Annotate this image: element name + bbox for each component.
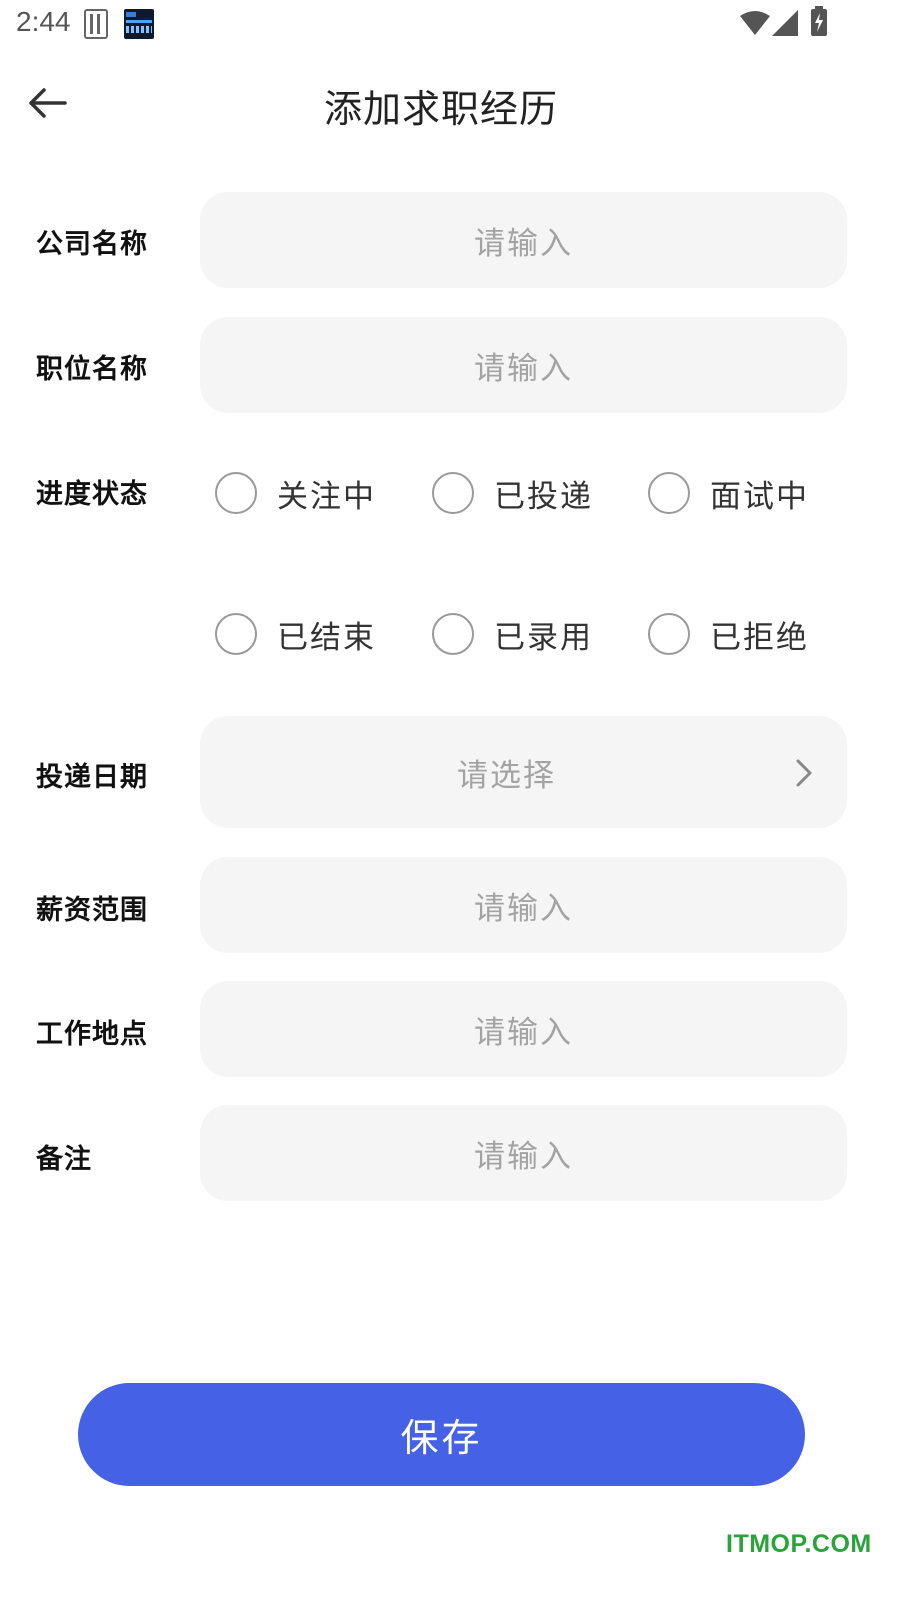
radio-option-rejected[interactable]: 已拒绝 <box>648 609 809 659</box>
radio-label: 面试中 <box>710 478 809 515</box>
apply-date-select[interactable]: 请选择 <box>200 716 847 828</box>
chevron-right-icon <box>796 759 812 787</box>
salary-range-placeholder: 请输入 <box>474 890 573 927</box>
status-bar: 2:44 <box>0 0 900 48</box>
watermark: ITMOP.COM <box>726 1530 872 1558</box>
radio-label: 已拒绝 <box>710 619 809 656</box>
radio-circle <box>432 472 474 514</box>
company-name-label: 公司名称 <box>36 229 148 260</box>
radio-option-applied[interactable]: 已投递 <box>432 468 593 518</box>
wifi-icon <box>740 11 770 35</box>
radio-option-ended[interactable]: 已结束 <box>215 609 376 659</box>
radio-label: 已录用 <box>494 619 593 656</box>
sim-card-icon <box>84 9 108 39</box>
battery-charging-icon <box>811 6 827 36</box>
radio-option-following[interactable]: 关注中 <box>215 468 376 518</box>
radio-label: 关注中 <box>277 478 376 515</box>
salary-range-input[interactable]: 请输入 <box>200 857 847 953</box>
clock-widget-icon <box>124 9 154 39</box>
signal-icon <box>772 10 798 36</box>
page-title: 添加求职经历 <box>323 87 558 131</box>
status-time: 2:44 <box>16 6 71 37</box>
company-name-input[interactable]: 请输入 <box>200 192 847 288</box>
radio-circle <box>432 613 474 655</box>
work-location-label: 工作地点 <box>36 1019 148 1050</box>
work-location-placeholder: 请输入 <box>474 1014 573 1051</box>
radio-circle <box>648 472 690 514</box>
apply-date-label: 投递日期 <box>36 762 148 793</box>
header: 添加求职经历 <box>0 60 900 144</box>
radio-label: 已投递 <box>494 478 593 515</box>
company-name-placeholder: 请输入 <box>474 225 573 262</box>
work-location-input[interactable]: 请输入 <box>200 981 847 1077</box>
progress-status-label: 进度状态 <box>36 479 148 510</box>
radio-circle <box>215 613 257 655</box>
apply-date-placeholder: 请选择 <box>457 758 556 794</box>
notes-input[interactable]: 请输入 <box>200 1105 847 1201</box>
position-name-placeholder: 请输入 <box>474 350 573 387</box>
notes-label: 备注 <box>36 1144 92 1175</box>
radio-circle <box>215 472 257 514</box>
radio-label: 已结束 <box>277 619 376 656</box>
position-name-label: 职位名称 <box>36 354 148 385</box>
notes-placeholder: 请输入 <box>474 1138 573 1175</box>
position-name-input[interactable]: 请输入 <box>200 317 847 413</box>
radio-option-interviewing[interactable]: 面试中 <box>648 468 809 518</box>
save-button[interactable]: 保存 <box>78 1383 805 1486</box>
salary-range-label: 薪资范围 <box>36 895 148 926</box>
radio-circle <box>648 613 690 655</box>
radio-option-hired[interactable]: 已录用 <box>432 609 593 659</box>
save-button-label: 保存 <box>400 1416 483 1460</box>
